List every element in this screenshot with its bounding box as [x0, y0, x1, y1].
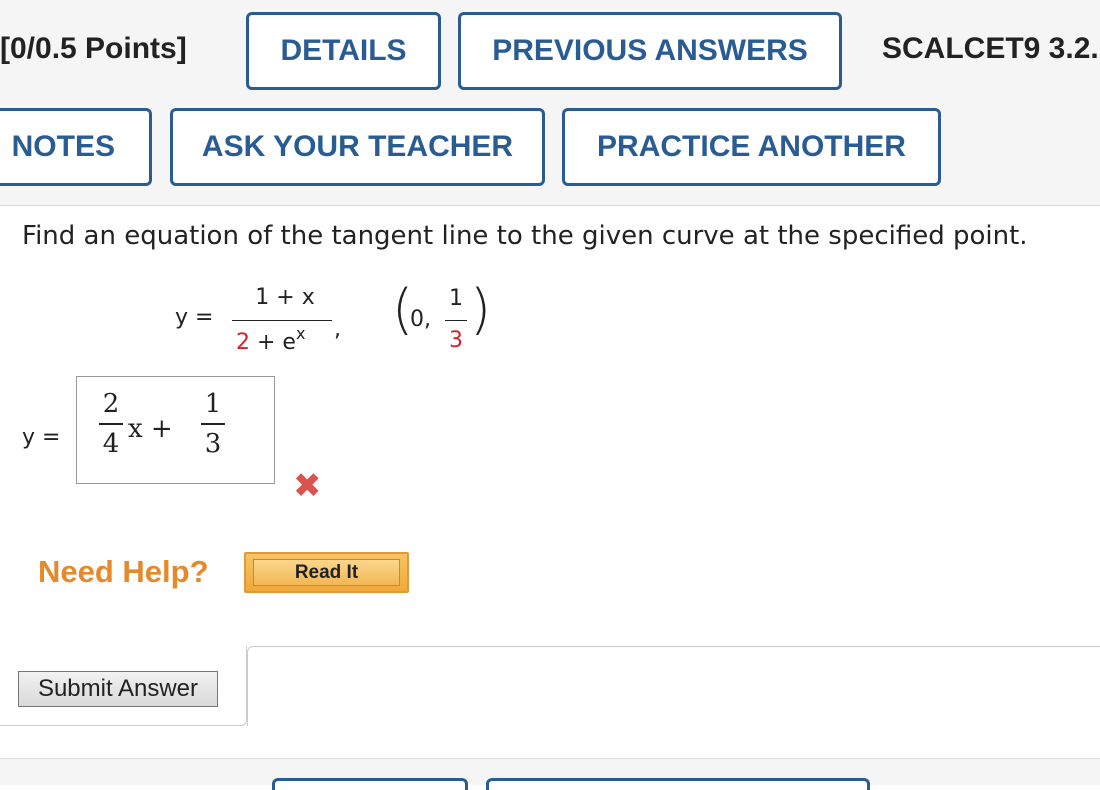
incorrect-icon: ✖	[293, 466, 322, 506]
point-x-value: 0,	[410, 307, 431, 332]
ask-your-teacher-button[interactable]: ASK YOUR TEACHER	[170, 108, 545, 186]
need-help-label: Need Help?	[38, 554, 209, 589]
point-fraction-bar	[445, 320, 467, 321]
equation-fraction-bar	[232, 320, 332, 321]
denominator-exponent: x	[295, 324, 306, 343]
next-question-button-1[interactable]	[272, 778, 468, 790]
answer-frac1-numerator: 2	[102, 389, 120, 419]
answer-middle-term: x +	[128, 414, 173, 444]
point-y-numerator: 1	[449, 286, 463, 311]
denominator-constant: 2	[236, 330, 250, 355]
feedback-panel	[247, 646, 1100, 726]
equation-comma: ,	[334, 317, 341, 342]
question-prompt: Find an equation of the tangent line to …	[22, 221, 1028, 251]
submit-answer-button[interactable]: Submit Answer	[18, 671, 218, 707]
next-question-button-2[interactable]	[486, 778, 870, 790]
answer-frac1-denominator: 4	[102, 429, 120, 459]
points-score: [0/0.5 Points]	[0, 32, 187, 65]
answer-frac2-denominator: 3	[204, 429, 222, 459]
details-button[interactable]: DETAILS	[246, 12, 441, 90]
answer-frac2-numerator: 1	[204, 389, 222, 419]
answer-frac1-bar	[99, 423, 123, 425]
notes-button[interactable]: NOTES	[0, 108, 152, 186]
practice-another-button[interactable]: PRACTICE ANOTHER	[562, 108, 941, 186]
equation-denominator: 2 + ex	[236, 324, 305, 355]
previous-answers-button[interactable]: PREVIOUS ANSWERS	[458, 12, 842, 90]
point-y-denominator: 3	[449, 328, 463, 353]
point-close-paren: )	[470, 278, 492, 341]
answer-input[interactable]: 2 4 x + 1 3	[76, 376, 275, 484]
denominator-rest: + e	[250, 330, 296, 355]
answer-y-label: y =	[22, 425, 61, 450]
equation-numerator: 1 + x	[255, 285, 315, 310]
read-it-label: Read It	[253, 559, 400, 586]
equation-y-label: y =	[175, 305, 214, 330]
course-code: SCALCET9 3.2.	[882, 32, 1099, 65]
read-it-button[interactable]: Read It	[244, 552, 409, 593]
header-divider	[0, 205, 1100, 206]
answer-frac2-bar	[201, 423, 225, 425]
notes-label: NOTES	[11, 130, 115, 163]
